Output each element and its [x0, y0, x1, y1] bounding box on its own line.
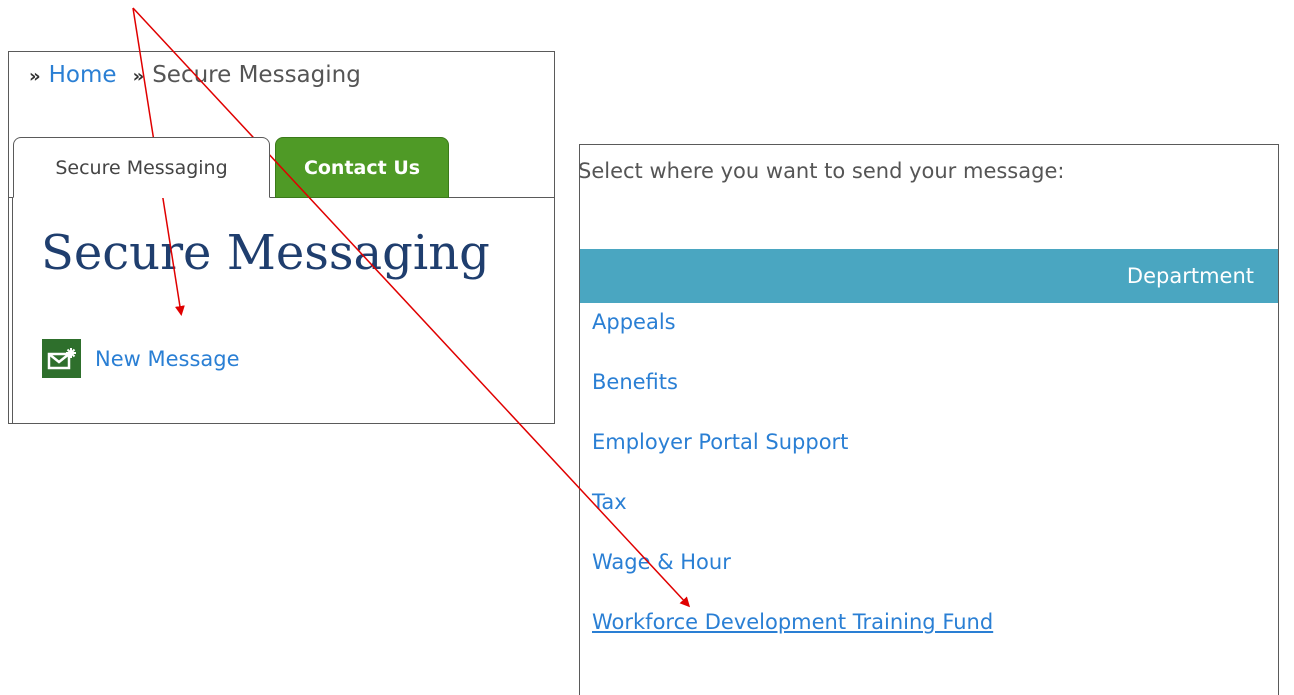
panel-left-border	[12, 197, 13, 423]
breadcrumb-current: Secure Messaging	[152, 62, 361, 88]
tab-contact-us[interactable]: Contact Us	[275, 137, 449, 198]
screenshot-stage: » Home» Secure Messaging Secure Messaging …	[0, 0, 1294, 695]
department-label[interactable]: Tax	[592, 490, 627, 514]
department-link-employer-portal-support[interactable]: Employer Portal Support	[592, 430, 993, 490]
department-link-benefits[interactable]: Benefits	[592, 370, 993, 430]
department-link-wage-hour[interactable]: Wage & Hour	[592, 550, 993, 610]
new-message-button[interactable]: New Message	[42, 339, 240, 378]
breadcrumb-separator: »	[29, 66, 41, 87]
page-title: Secure Messaging	[41, 225, 490, 281]
department-column-header: Department	[580, 249, 1278, 303]
department-label[interactable]: Employer Portal Support	[592, 430, 848, 454]
department-select-panel: Select where you want to send your messa…	[579, 144, 1279, 695]
department-list: Appeals Benefits Employer Portal Support…	[592, 310, 993, 670]
department-link-workforce-development[interactable]: Workforce Development Training Fund	[592, 610, 993, 670]
department-label[interactable]: Appeals	[592, 310, 676, 334]
department-label[interactable]: Wage & Hour	[592, 550, 731, 574]
department-link-appeals[interactable]: Appeals	[592, 310, 993, 370]
breadcrumb: » Home » Secure Messaging	[29, 62, 361, 88]
mail-new-icon[interactable]	[42, 339, 81, 378]
breadcrumb-home-link[interactable]: Home	[49, 62, 117, 88]
department-label[interactable]: Workforce Development Training Fund	[592, 610, 993, 634]
select-prompt: Select where you want to send your messa…	[579, 159, 1065, 183]
department-label[interactable]: Benefits	[592, 370, 678, 394]
secure-messaging-panel: » Home» Secure Messaging Secure Messaging …	[8, 51, 555, 424]
breadcrumb-separator: »	[132, 66, 145, 87]
tab-secure-messaging[interactable]: Secure Messaging	[13, 137, 270, 198]
new-message-link[interactable]: New Message	[95, 347, 240, 371]
department-link-tax[interactable]: Tax	[592, 490, 993, 550]
